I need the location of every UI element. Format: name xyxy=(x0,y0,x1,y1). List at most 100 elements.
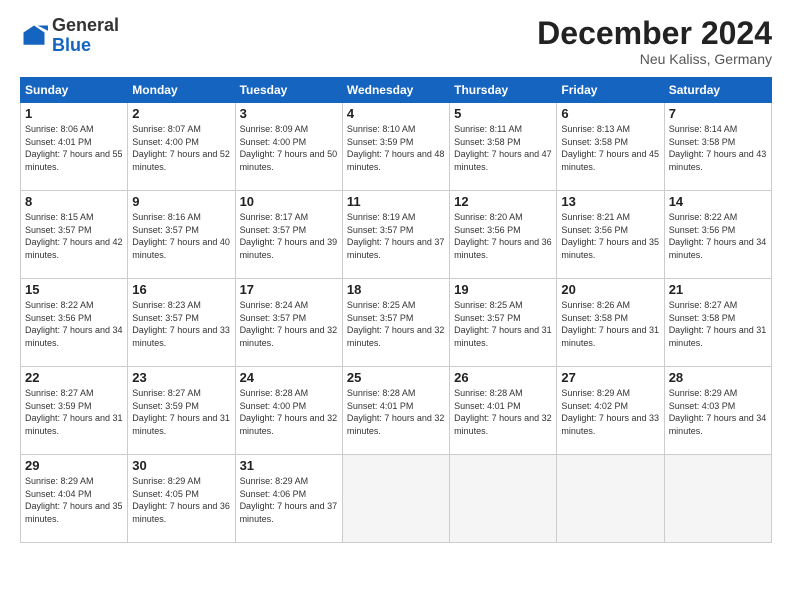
day-number: 1 xyxy=(25,106,123,121)
weekday-header-tuesday: Tuesday xyxy=(235,78,342,103)
day-cell: 12 Sunrise: 8:20 AMSunset: 3:56 PMDaylig… xyxy=(450,191,557,279)
weekday-header-monday: Monday xyxy=(128,78,235,103)
weekday-header-friday: Friday xyxy=(557,78,664,103)
day-info: Sunrise: 8:24 AMSunset: 3:57 PMDaylight:… xyxy=(240,299,338,349)
day-cell xyxy=(450,455,557,543)
weekday-header-saturday: Saturday xyxy=(664,78,771,103)
day-info: Sunrise: 8:14 AMSunset: 3:58 PMDaylight:… xyxy=(669,123,767,173)
day-number: 12 xyxy=(454,194,552,209)
day-cell: 15 Sunrise: 8:22 AMSunset: 3:56 PMDaylig… xyxy=(21,279,128,367)
logo-general-text: General xyxy=(52,15,119,35)
day-cell: 5 Sunrise: 8:11 AMSunset: 3:58 PMDayligh… xyxy=(450,103,557,191)
day-info: Sunrise: 8:28 AMSunset: 4:00 PMDaylight:… xyxy=(240,387,338,437)
day-number: 31 xyxy=(240,458,338,473)
day-info: Sunrise: 8:23 AMSunset: 3:57 PMDaylight:… xyxy=(132,299,230,349)
day-cell xyxy=(664,455,771,543)
week-row-5: 29 Sunrise: 8:29 AMSunset: 4:04 PMDaylig… xyxy=(21,455,772,543)
day-cell: 16 Sunrise: 8:23 AMSunset: 3:57 PMDaylig… xyxy=(128,279,235,367)
day-number: 3 xyxy=(240,106,338,121)
day-info: Sunrise: 8:22 AMSunset: 3:56 PMDaylight:… xyxy=(25,299,123,349)
day-number: 22 xyxy=(25,370,123,385)
day-cell: 21 Sunrise: 8:27 AMSunset: 3:58 PMDaylig… xyxy=(664,279,771,367)
day-info: Sunrise: 8:21 AMSunset: 3:56 PMDaylight:… xyxy=(561,211,659,261)
day-number: 27 xyxy=(561,370,659,385)
day-number: 9 xyxy=(132,194,230,209)
day-cell: 6 Sunrise: 8:13 AMSunset: 3:58 PMDayligh… xyxy=(557,103,664,191)
calendar-body: 1 Sunrise: 8:06 AMSunset: 4:01 PMDayligh… xyxy=(21,103,772,543)
day-number: 15 xyxy=(25,282,123,297)
day-info: Sunrise: 8:25 AMSunset: 3:57 PMDaylight:… xyxy=(347,299,445,349)
month-title: December 2024 xyxy=(537,16,772,51)
logo-blue-text: Blue xyxy=(52,35,91,55)
day-cell: 1 Sunrise: 8:06 AMSunset: 4:01 PMDayligh… xyxy=(21,103,128,191)
day-number: 26 xyxy=(454,370,552,385)
day-cell: 20 Sunrise: 8:26 AMSunset: 3:58 PMDaylig… xyxy=(557,279,664,367)
day-info: Sunrise: 8:16 AMSunset: 3:57 PMDaylight:… xyxy=(132,211,230,261)
day-cell: 19 Sunrise: 8:25 AMSunset: 3:57 PMDaylig… xyxy=(450,279,557,367)
day-number: 17 xyxy=(240,282,338,297)
day-cell: 22 Sunrise: 8:27 AMSunset: 3:59 PMDaylig… xyxy=(21,367,128,455)
day-cell: 27 Sunrise: 8:29 AMSunset: 4:02 PMDaylig… xyxy=(557,367,664,455)
day-cell: 2 Sunrise: 8:07 AMSunset: 4:00 PMDayligh… xyxy=(128,103,235,191)
day-cell: 26 Sunrise: 8:28 AMSunset: 4:01 PMDaylig… xyxy=(450,367,557,455)
day-info: Sunrise: 8:13 AMSunset: 3:58 PMDaylight:… xyxy=(561,123,659,173)
day-info: Sunrise: 8:29 AMSunset: 4:04 PMDaylight:… xyxy=(25,475,123,525)
day-info: Sunrise: 8:29 AMSunset: 4:06 PMDaylight:… xyxy=(240,475,338,525)
day-number: 4 xyxy=(347,106,445,121)
day-info: Sunrise: 8:20 AMSunset: 3:56 PMDaylight:… xyxy=(454,211,552,261)
day-number: 13 xyxy=(561,194,659,209)
day-number: 11 xyxy=(347,194,445,209)
page: General Blue December 2024 Neu Kaliss, G… xyxy=(0,0,792,612)
day-cell: 17 Sunrise: 8:24 AMSunset: 3:57 PMDaylig… xyxy=(235,279,342,367)
day-info: Sunrise: 8:28 AMSunset: 4:01 PMDaylight:… xyxy=(347,387,445,437)
day-info: Sunrise: 8:07 AMSunset: 4:00 PMDaylight:… xyxy=(132,123,230,173)
day-info: Sunrise: 8:11 AMSunset: 3:58 PMDaylight:… xyxy=(454,123,552,173)
day-info: Sunrise: 8:26 AMSunset: 3:58 PMDaylight:… xyxy=(561,299,659,349)
day-number: 21 xyxy=(669,282,767,297)
day-cell: 18 Sunrise: 8:25 AMSunset: 3:57 PMDaylig… xyxy=(342,279,449,367)
day-number: 5 xyxy=(454,106,552,121)
day-number: 28 xyxy=(669,370,767,385)
day-info: Sunrise: 8:09 AMSunset: 4:00 PMDaylight:… xyxy=(240,123,338,173)
day-info: Sunrise: 8:29 AMSunset: 4:02 PMDaylight:… xyxy=(561,387,659,437)
day-info: Sunrise: 8:29 AMSunset: 4:03 PMDaylight:… xyxy=(669,387,767,437)
day-info: Sunrise: 8:10 AMSunset: 3:59 PMDaylight:… xyxy=(347,123,445,173)
day-info: Sunrise: 8:17 AMSunset: 3:57 PMDaylight:… xyxy=(240,211,338,261)
day-cell xyxy=(557,455,664,543)
day-info: Sunrise: 8:19 AMSunset: 3:57 PMDaylight:… xyxy=(347,211,445,261)
day-cell: 3 Sunrise: 8:09 AMSunset: 4:00 PMDayligh… xyxy=(235,103,342,191)
day-cell: 13 Sunrise: 8:21 AMSunset: 3:56 PMDaylig… xyxy=(557,191,664,279)
day-cell: 25 Sunrise: 8:28 AMSunset: 4:01 PMDaylig… xyxy=(342,367,449,455)
day-info: Sunrise: 8:25 AMSunset: 3:57 PMDaylight:… xyxy=(454,299,552,349)
day-number: 23 xyxy=(132,370,230,385)
day-cell: 23 Sunrise: 8:27 AMSunset: 3:59 PMDaylig… xyxy=(128,367,235,455)
day-cell: 24 Sunrise: 8:28 AMSunset: 4:00 PMDaylig… xyxy=(235,367,342,455)
location: Neu Kaliss, Germany xyxy=(537,51,772,67)
logo: General Blue xyxy=(20,16,119,56)
day-cell: 29 Sunrise: 8:29 AMSunset: 4:04 PMDaylig… xyxy=(21,455,128,543)
day-cell: 4 Sunrise: 8:10 AMSunset: 3:59 PMDayligh… xyxy=(342,103,449,191)
title-area: December 2024 Neu Kaliss, Germany xyxy=(537,16,772,67)
day-info: Sunrise: 8:27 AMSunset: 3:59 PMDaylight:… xyxy=(132,387,230,437)
day-info: Sunrise: 8:15 AMSunset: 3:57 PMDaylight:… xyxy=(25,211,123,261)
day-info: Sunrise: 8:06 AMSunset: 4:01 PMDaylight:… xyxy=(25,123,123,173)
day-cell: 7 Sunrise: 8:14 AMSunset: 3:58 PMDayligh… xyxy=(664,103,771,191)
weekday-header-row: SundayMondayTuesdayWednesdayThursdayFrid… xyxy=(21,78,772,103)
day-cell: 30 Sunrise: 8:29 AMSunset: 4:05 PMDaylig… xyxy=(128,455,235,543)
day-number: 19 xyxy=(454,282,552,297)
day-cell: 28 Sunrise: 8:29 AMSunset: 4:03 PMDaylig… xyxy=(664,367,771,455)
week-row-4: 22 Sunrise: 8:27 AMSunset: 3:59 PMDaylig… xyxy=(21,367,772,455)
week-row-3: 15 Sunrise: 8:22 AMSunset: 3:56 PMDaylig… xyxy=(21,279,772,367)
day-info: Sunrise: 8:22 AMSunset: 3:56 PMDaylight:… xyxy=(669,211,767,261)
header: General Blue December 2024 Neu Kaliss, G… xyxy=(20,16,772,67)
weekday-header-thursday: Thursday xyxy=(450,78,557,103)
day-cell: 31 Sunrise: 8:29 AMSunset: 4:06 PMDaylig… xyxy=(235,455,342,543)
day-number: 20 xyxy=(561,282,659,297)
day-number: 14 xyxy=(669,194,767,209)
weekday-header-sunday: Sunday xyxy=(21,78,128,103)
calendar: SundayMondayTuesdayWednesdayThursdayFrid… xyxy=(20,77,772,543)
day-number: 29 xyxy=(25,458,123,473)
day-number: 8 xyxy=(25,194,123,209)
day-cell: 14 Sunrise: 8:22 AMSunset: 3:56 PMDaylig… xyxy=(664,191,771,279)
day-cell: 8 Sunrise: 8:15 AMSunset: 3:57 PMDayligh… xyxy=(21,191,128,279)
